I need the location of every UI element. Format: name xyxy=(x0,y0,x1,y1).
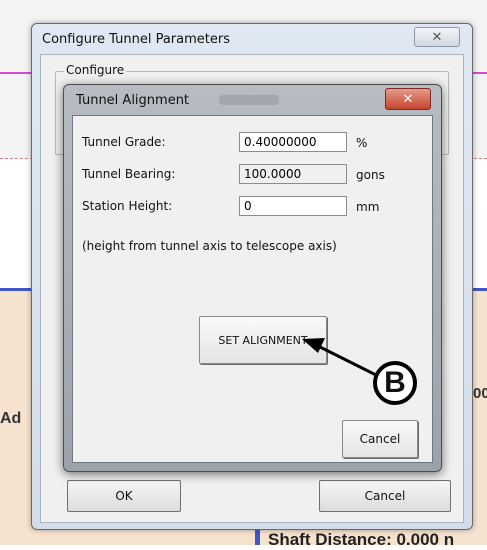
blurred-title-text xyxy=(219,95,279,105)
dialog-title: Configure Tunnel Parameters xyxy=(42,32,230,47)
shaft-distance-label: Shaft Distance: 0.000 n xyxy=(268,530,455,549)
ok-button[interactable]: OK xyxy=(67,480,181,512)
tunnel-bearing-unit: gons xyxy=(356,168,385,182)
close-icon: ✕ xyxy=(402,91,414,107)
station-height-note: (height from tunnel axis to telescope ax… xyxy=(82,239,337,253)
station-height-unit: mm xyxy=(356,200,380,214)
dialog-client-area: Tunnel Grade: % Tunnel Bearing: gons Sta… xyxy=(72,115,433,463)
close-icon: ✕ xyxy=(431,29,443,45)
station-height-label: Station Height: xyxy=(82,199,173,213)
tunnel-alignment-dialog: Tunnel Alignment ✕ Tunnel Grade: % Tunne… xyxy=(63,84,442,472)
set-alignment-button[interactable]: SET ALIGNMENT xyxy=(199,316,327,364)
background-left-label: Ad xyxy=(0,410,22,427)
groupbox-label: Configure xyxy=(64,63,127,77)
dialog-title: Tunnel Alignment xyxy=(76,93,190,108)
tunnel-grade-unit: % xyxy=(356,136,368,150)
tunnel-grade-input[interactable] xyxy=(239,132,347,152)
tunnel-bearing-label: Tunnel Bearing: xyxy=(82,167,176,181)
station-height-input[interactable] xyxy=(239,196,347,216)
cancel-button[interactable]: Cancel xyxy=(319,480,451,512)
close-button[interactable]: ✕ xyxy=(385,88,431,110)
tunnel-bearing-input[interactable] xyxy=(239,164,347,184)
cancel-button[interactable]: Cancel xyxy=(342,420,418,458)
background-right-value: 00 xyxy=(473,385,487,402)
tunnel-grade-label: Tunnel Grade: xyxy=(82,135,166,149)
callout-letter: B xyxy=(384,366,406,399)
close-button[interactable]: ✕ xyxy=(414,27,460,47)
